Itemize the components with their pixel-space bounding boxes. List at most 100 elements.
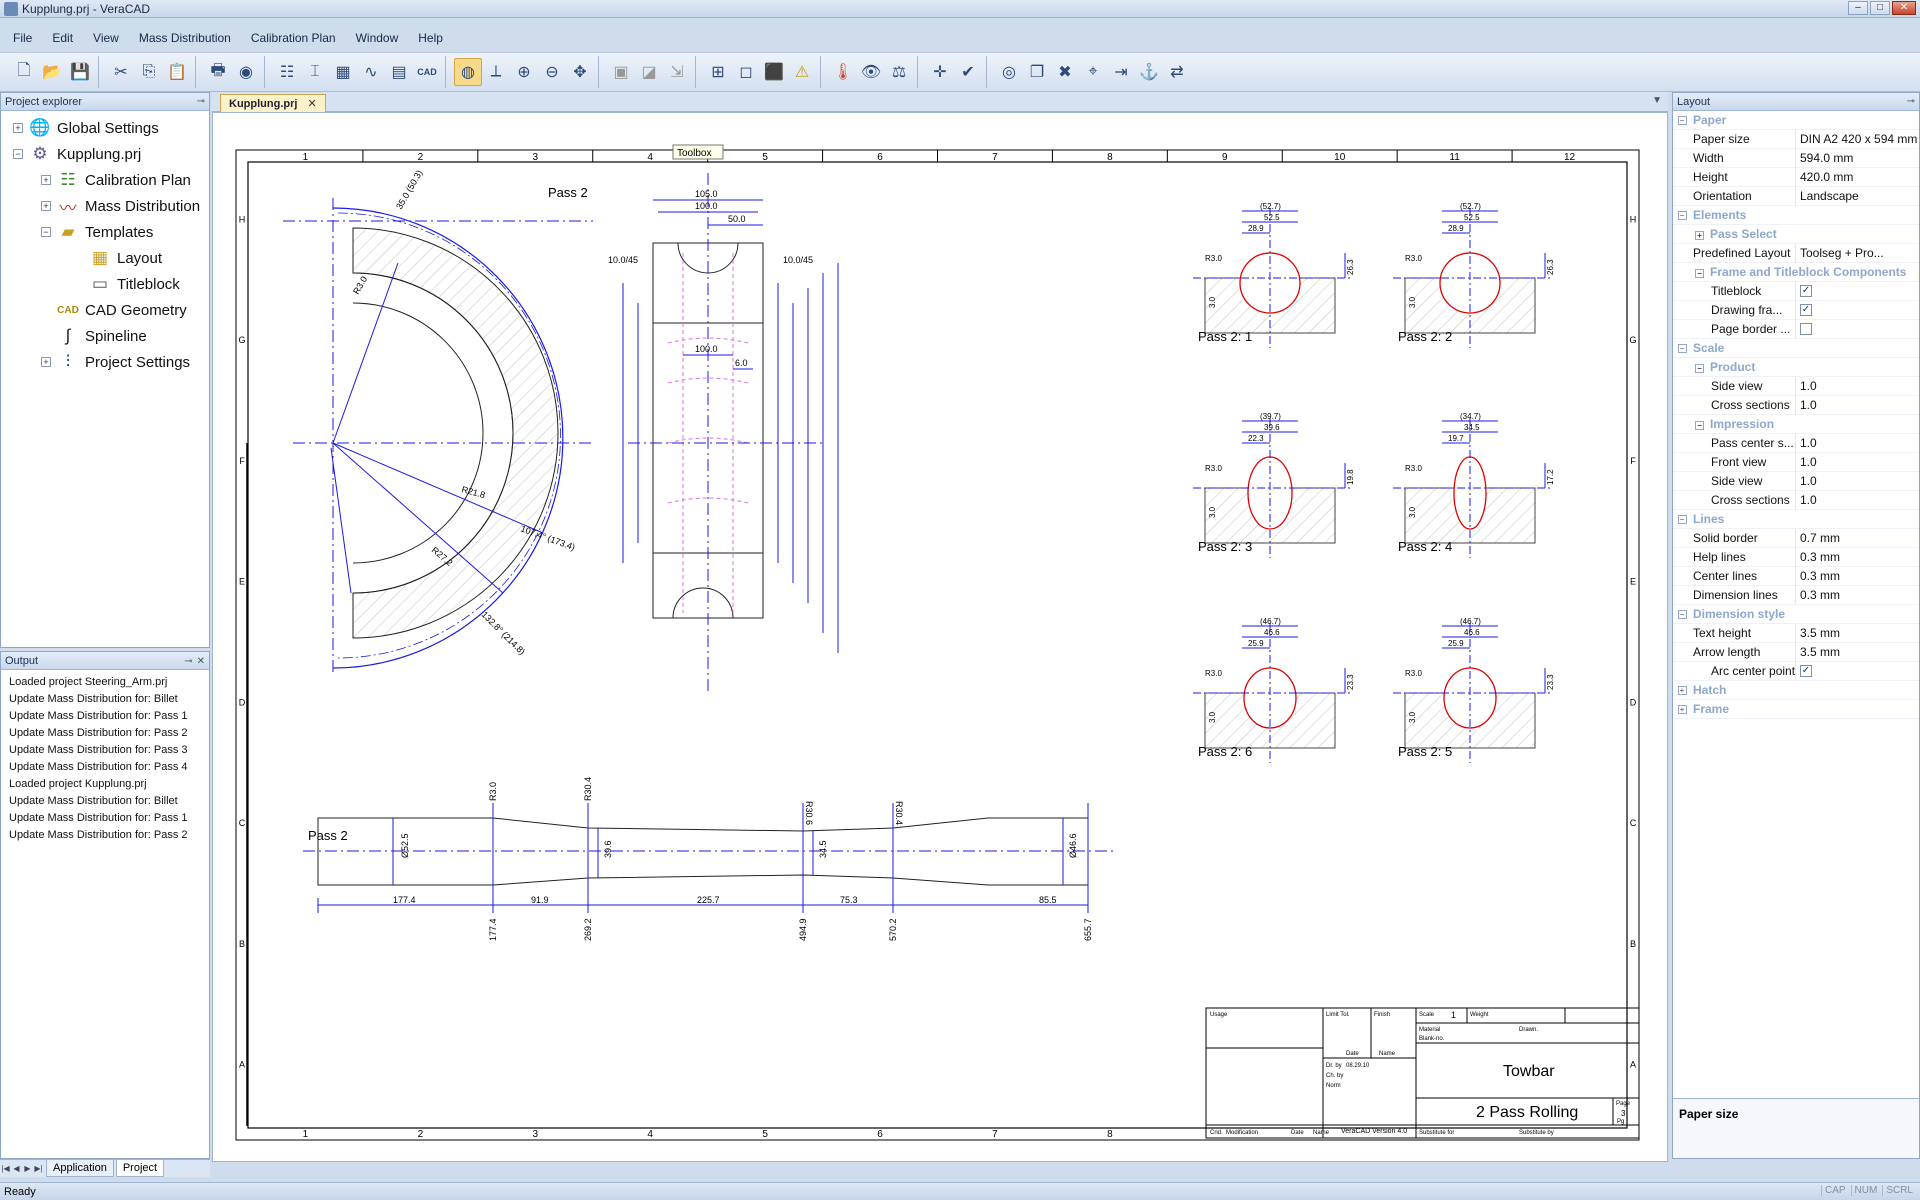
visibility-icon[interactable]: ◎: [995, 58, 1023, 86]
property-value[interactable]: 0.3 mm: [1795, 566, 1919, 586]
property-row[interactable]: Predefined Layout Toolseg + Pro...: [1673, 243, 1919, 263]
warning-icon[interactable]: ⚠: [788, 58, 816, 86]
chevron-down-icon[interactable]: ▼: [1652, 95, 1662, 106]
collapse-icon[interactable]: −: [41, 227, 51, 237]
property-row[interactable]: − Paper: [1673, 111, 1919, 130]
property-row[interactable]: Side view 1.0: [1673, 471, 1919, 491]
property-row[interactable]: − Frame and Titleblock Components: [1673, 263, 1919, 282]
property-value[interactable]: Toolseg + Pro...: [1795, 243, 1919, 263]
property-row[interactable]: − Dimension style: [1673, 605, 1919, 624]
expand-icon[interactable]: +: [1677, 685, 1687, 695]
pin-icon[interactable]: ⊸: [1907, 96, 1915, 107]
open-icon[interactable]: 📂: [38, 58, 66, 86]
property-row[interactable]: Pass center s... 1.0: [1673, 433, 1919, 453]
last-icon[interactable]: ▶|: [33, 1163, 44, 1175]
property-row[interactable]: Drawing fra... ✓: [1673, 300, 1919, 320]
print-icon[interactable]: 🖶: [204, 58, 232, 86]
tree-item-mass-distribution[interactable]: + 〰 Mass Distribution: [1, 193, 209, 219]
property-value[interactable]: 1.0: [1795, 452, 1919, 472]
zoom-in-icon[interactable]: ⊕: [510, 58, 538, 86]
property-row[interactable]: Page border ...: [1673, 319, 1919, 339]
menu-view[interactable]: View: [90, 29, 122, 47]
property-value[interactable]: 594.0 mm: [1795, 148, 1919, 168]
close-icon[interactable]: ✕: [197, 656, 205, 667]
collapse-icon[interactable]: −: [1677, 609, 1687, 619]
expand-icon[interactable]: +: [1677, 704, 1687, 714]
property-value[interactable]: 420.0 mm: [1795, 167, 1919, 187]
property-value[interactable]: ✓: [1795, 300, 1919, 320]
tab-project[interactable]: Project: [115, 1160, 165, 1177]
tree-item-global-settings[interactable]: + 🌐 Global Settings: [1, 115, 209, 141]
move-icon[interactable]: ⇲: [663, 58, 691, 86]
property-value[interactable]: Landscape: [1795, 186, 1919, 206]
collapse-icon[interactable]: −: [1677, 514, 1687, 524]
delete-icon[interactable]: ✖: [1051, 58, 1079, 86]
eye-icon[interactable]: 👁: [857, 58, 885, 86]
property-row[interactable]: Orientation Landscape: [1673, 186, 1919, 206]
templates-icon[interactable]: ▦: [329, 58, 357, 86]
property-row[interactable]: Arc center point ✓: [1673, 661, 1919, 681]
calibration-icon[interactable]: ☷: [273, 58, 301, 86]
pin-icon[interactable]: ⊸: [184, 656, 192, 667]
measure-icon[interactable]: ⚖: [885, 58, 913, 86]
property-value[interactable]: ✓: [1795, 661, 1919, 681]
property-row[interactable]: Side view 1.0: [1673, 376, 1919, 396]
checkbox[interactable]: [1800, 323, 1812, 336]
select-icon[interactable]: ◍: [454, 58, 482, 86]
next-icon[interactable]: ▶: [22, 1163, 33, 1175]
property-row[interactable]: − Scale: [1673, 339, 1919, 358]
maximize-button[interactable]: □: [1870, 1, 1890, 15]
expand-icon[interactable]: +: [41, 201, 51, 211]
tree-item-templates[interactable]: − ▰ Templates: [1, 219, 209, 245]
property-row[interactable]: Solid border 0.7 mm: [1673, 528, 1919, 548]
axis-icon[interactable]: ⟂: [482, 58, 510, 86]
property-value[interactable]: 1.0: [1795, 395, 1919, 415]
property-value[interactable]: 1.0: [1795, 490, 1919, 510]
property-row[interactable]: Help lines 0.3 mm: [1673, 547, 1919, 567]
collapse-icon[interactable]: −: [1695, 269, 1704, 278]
document-tab[interactable]: Kupplung.prj ✕: [220, 94, 326, 112]
copy-icon[interactable]: ⎘: [135, 58, 163, 86]
tree-item-calibration-plan[interactable]: + ☷ Calibration Plan: [1, 167, 209, 193]
property-value[interactable]: 3.5 mm: [1795, 642, 1919, 662]
spline-icon[interactable]: ∿: [357, 58, 385, 86]
property-value[interactable]: 0.3 mm: [1795, 585, 1919, 605]
property-row[interactable]: Text height 3.5 mm: [1673, 623, 1919, 643]
expand-icon[interactable]: +: [41, 357, 51, 367]
frame-icon[interactable]: ▣: [607, 58, 635, 86]
prev-icon[interactable]: ◀: [11, 1163, 22, 1175]
property-row[interactable]: Arrow length 3.5 mm: [1673, 642, 1919, 662]
fit-icon[interactable]: ✥: [566, 58, 594, 86]
menu-edit[interactable]: Edit: [49, 29, 76, 47]
collapse-icon[interactable]: −: [1677, 210, 1687, 220]
property-row[interactable]: − Impression: [1673, 415, 1919, 434]
cad-icon[interactable]: CAD: [413, 58, 441, 86]
save-icon[interactable]: 💾: [66, 58, 94, 86]
property-row[interactable]: Cross sections 1.0: [1673, 490, 1919, 510]
property-value[interactable]: 3.5 mm: [1795, 623, 1919, 643]
menu-file[interactable]: File: [10, 29, 35, 47]
paste-icon[interactable]: 📋: [163, 58, 191, 86]
first-icon[interactable]: |◀: [0, 1163, 11, 1175]
help-icon[interactable]: ◉: [232, 58, 260, 86]
box-icon[interactable]: ◻: [732, 58, 760, 86]
drawing-canvas[interactable]: 1 2 3 4 5 6 7 8 9 10 11 12 1 2 3 4 5 6 7 8 H H G G F F E E D D C C B B A A …: [212, 112, 1668, 1162]
tree-item-cad-geometry[interactable]: CAD CAD Geometry: [1, 297, 209, 323]
property-row[interactable]: Paper size DIN A2 420 x 594 mm▼: [1673, 129, 1919, 149]
property-row[interactable]: + Frame: [1673, 700, 1919, 719]
property-row[interactable]: − Product: [1673, 358, 1919, 377]
close-button[interactable]: ✕: [1892, 1, 1916, 15]
checkbox[interactable]: ✓: [1800, 285, 1812, 298]
expand-icon[interactable]: +: [1695, 231, 1704, 240]
minimize-button[interactable]: –: [1848, 1, 1868, 15]
menu-help[interactable]: Help: [415, 29, 446, 47]
property-value[interactable]: DIN A2 420 x 594 mm▼: [1795, 129, 1919, 149]
property-row[interactable]: − Elements: [1673, 206, 1919, 225]
property-row[interactable]: + Hatch: [1673, 681, 1919, 700]
property-value[interactable]: [1795, 319, 1919, 339]
checkbox[interactable]: ✓: [1800, 665, 1812, 678]
menu-calibration-plan[interactable]: Calibration Plan: [248, 29, 339, 47]
property-row[interactable]: Front view 1.0: [1673, 452, 1919, 472]
view2d-icon[interactable]: ⊞: [704, 58, 732, 86]
tab-application[interactable]: Application: [46, 1160, 114, 1177]
